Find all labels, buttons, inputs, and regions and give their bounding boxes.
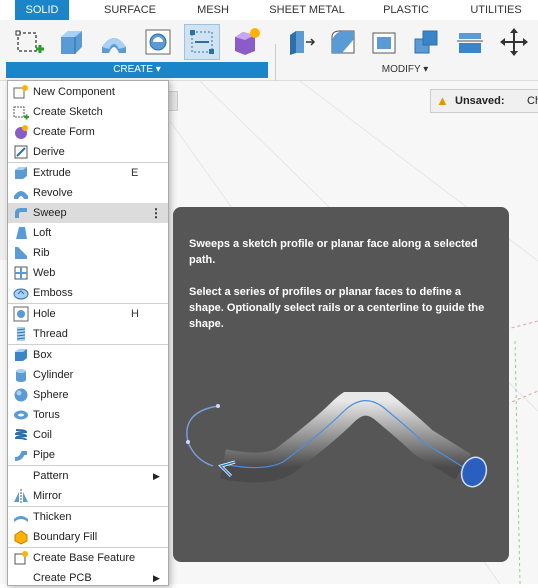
menu-item-thicken[interactable]: Thicken — [8, 507, 168, 527]
modify-menu-button[interactable]: MODIFY ▾ — [360, 62, 450, 78]
sweep-illustration — [186, 392, 488, 488]
menu-item-loft[interactable]: Loft — [8, 223, 168, 243]
menu-item-create-form[interactable]: Create Form — [8, 122, 168, 142]
menu-item-revolve[interactable]: Revolve — [8, 183, 168, 203]
create-sketch-icon — [15, 30, 44, 53]
fillet-icon — [331, 30, 355, 54]
menu-item-box[interactable]: Box — [8, 345, 168, 365]
menu-item-web[interactable]: Web — [8, 263, 168, 283]
menu-item-pattern[interactable]: Pattern ▶ — [8, 466, 168, 486]
new-sketch-button[interactable] — [12, 24, 48, 60]
base-feature-icon — [14, 551, 28, 565]
automate-button[interactable] — [228, 24, 264, 60]
create-form-icon — [15, 125, 28, 139]
unsaved-status: ▲ Unsaved: Ch — [430, 89, 538, 113]
sketch-constraints-button[interactable] — [184, 24, 220, 60]
create-dropdown-menu: New Component Create Sketch Create Form … — [7, 80, 169, 586]
press-pull-icon — [290, 31, 316, 55]
pipe-icon — [14, 451, 27, 461]
ribbon: CREATE ▾ MODIFY ▾ — [0, 20, 538, 96]
extrude-icon — [61, 31, 82, 54]
tab-mesh[interactable]: MESH — [188, 0, 238, 20]
boundary-fill-icon — [14, 530, 28, 545]
submenu-arrow-icon: ▶ — [153, 573, 160, 583]
combine-button[interactable] — [408, 24, 444, 60]
revolve-button[interactable] — [96, 24, 132, 60]
new-component-icon — [13, 85, 28, 99]
mirror-icon — [14, 489, 28, 503]
cylinder-icon — [16, 369, 26, 382]
shell-icon — [372, 32, 396, 54]
unsaved-label: Unsaved: — [455, 95, 505, 107]
create-sketch-icon — [13, 106, 29, 120]
menu-item-thread[interactable]: Thread — [8, 324, 168, 344]
menu-item-new-component[interactable]: New Component — [8, 82, 168, 102]
hole-icon — [145, 29, 171, 55]
menu-item-sweep[interactable]: Sweep ⋮ — [8, 203, 168, 223]
menu-item-coil[interactable]: Coil — [8, 425, 168, 445]
revolve-icon — [102, 38, 126, 53]
thicken-icon — [14, 516, 28, 522]
fillet-button[interactable] — [325, 24, 361, 60]
menu-item-emboss[interactable]: Emboss — [8, 283, 168, 303]
sketch-points-icon — [190, 30, 214, 54]
menu-item-sphere[interactable]: Sphere — [8, 385, 168, 405]
automate-icon — [235, 28, 260, 55]
menu-item-derive[interactable]: Derive — [8, 142, 168, 162]
warning-icon: ▲ — [436, 93, 449, 108]
tab-plastic[interactable]: PLASTIC — [378, 0, 434, 20]
tab-surface[interactable]: SURFACE — [98, 0, 162, 20]
combine-icon — [414, 30, 438, 54]
shell-button[interactable] — [366, 24, 402, 60]
changes-text: Ch — [527, 95, 538, 107]
tooltip-description: Sweeps a sketch profile or planar face a… — [189, 238, 478, 266]
more-options-icon[interactable]: ⋮ — [150, 203, 162, 223]
menu-item-cylinder[interactable]: Cylinder — [8, 365, 168, 385]
menu-item-rib[interactable]: Rib — [8, 243, 168, 263]
toolbar-tabs: SOLID SURFACE MESH SHEET METAL PLASTIC U… — [0, 0, 538, 20]
menu-item-mirror[interactable]: Mirror — [8, 486, 168, 506]
coil-icon — [14, 429, 28, 441]
split-body-icon — [457, 33, 483, 53]
extrude-shortcut: E — [131, 167, 139, 179]
sweep-tooltip: Sweeps a sketch profile or planar face a… — [173, 207, 509, 562]
derive-icon — [14, 145, 28, 159]
create-menu-button[interactable]: CREATE ▾ — [6, 62, 268, 78]
move-icon — [500, 28, 528, 56]
sphere-icon — [14, 388, 28, 402]
hole-shortcut: H — [131, 308, 139, 320]
web-icon — [14, 266, 28, 280]
submenu-arrow-icon: ▶ — [153, 471, 160, 481]
revolve-icon — [14, 191, 28, 199]
loft-icon — [16, 227, 27, 239]
box-icon — [15, 349, 27, 361]
hole-button[interactable] — [140, 24, 176, 60]
emboss-icon — [13, 288, 29, 300]
tab-utilities[interactable]: UTILITIES — [466, 0, 526, 20]
thread-icon — [16, 327, 26, 341]
menu-item-extrude[interactable]: Extrude E — [8, 163, 168, 183]
menu-item-create-pcb[interactable]: Create PCB ▶ — [8, 568, 168, 588]
torus-icon — [14, 410, 28, 420]
tab-solid[interactable]: SOLID — [15, 0, 69, 20]
split-body-button[interactable] — [452, 24, 488, 60]
menu-item-create-sketch[interactable]: Create Sketch — [8, 102, 168, 122]
menu-item-hole[interactable]: Hole H — [8, 304, 168, 324]
hole-icon — [13, 306, 29, 322]
press-pull-button[interactable] — [283, 24, 319, 60]
tab-sheet-metal[interactable]: SHEET METAL — [265, 0, 349, 20]
rib-icon — [15, 247, 27, 259]
extrude-button[interactable] — [53, 24, 89, 60]
move-button[interactable] — [496, 24, 532, 60]
menu-item-create-base-feature[interactable]: Create Base Feature — [8, 548, 168, 568]
sweep-icon — [15, 208, 27, 218]
menu-item-pipe[interactable]: Pipe — [8, 445, 168, 465]
tooltip-instructions: Select a series of profiles or planar fa… — [189, 286, 485, 330]
menu-item-boundary-fill[interactable]: Boundary Fill — [8, 527, 168, 547]
extrude-icon — [15, 167, 27, 179]
menu-item-torus[interactable]: Torus — [8, 405, 168, 425]
